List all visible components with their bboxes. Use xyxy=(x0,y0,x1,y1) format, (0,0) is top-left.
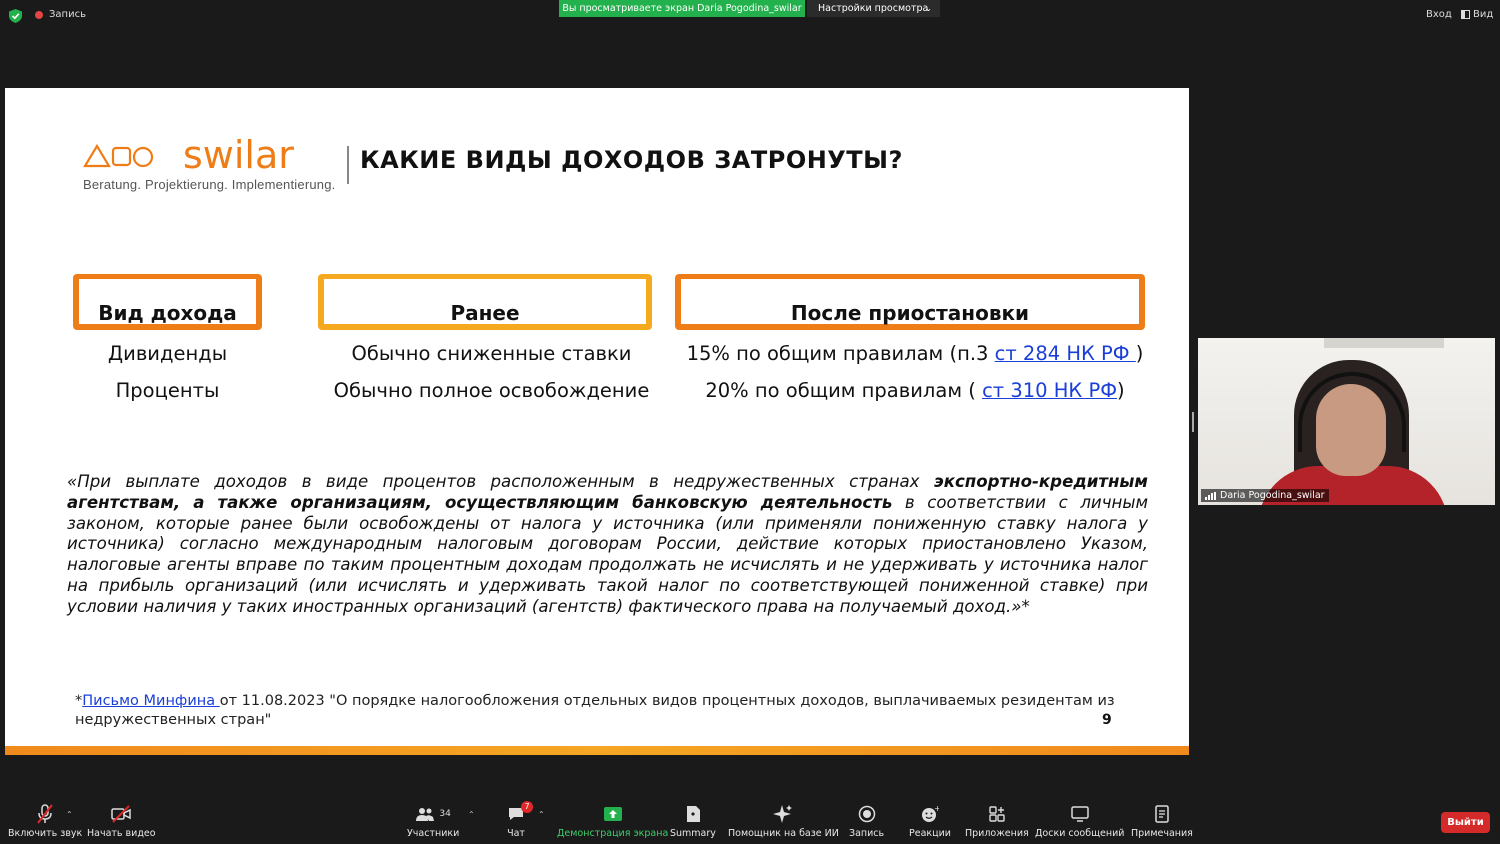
title-divider xyxy=(347,146,349,184)
participants-label: Участники xyxy=(407,828,460,839)
shield-icon[interactable] xyxy=(9,9,22,23)
quote-part1: «При выплате доходов в виде процентов ра… xyxy=(67,472,934,491)
apps-label: Приложения xyxy=(965,828,1029,839)
audio-options-caret-icon[interactable]: ⌃ xyxy=(66,810,73,819)
row-dividends-before: Обычно сниженные ставки xyxy=(351,342,632,365)
participants-icon-wrap: 34 xyxy=(407,804,459,824)
view-options-label: Настройки просмотра xyxy=(818,3,929,14)
record-dot-icon xyxy=(35,10,43,19)
row-dividends-after: 15% по общим правилам (п.3 ст 284 НК РФ … xyxy=(667,342,1163,365)
panel-resize-handle[interactable] xyxy=(1192,412,1194,432)
row-dividends-type: Дивиденды xyxy=(107,342,228,365)
participant-name: Daria Pogodina_swilar xyxy=(1220,490,1325,501)
header-label: Вид дохода xyxy=(98,301,237,325)
footnote-text: от 11.08.2023 "О порядке налогообложения… xyxy=(75,693,1115,728)
view-button-label: Вид xyxy=(1473,9,1494,20)
shared-screen-slide: swilar Beratung. Projektierung. Implemen… xyxy=(5,88,1189,755)
summary-button[interactable]: Summary xyxy=(670,804,716,839)
view-button[interactable]: Вид xyxy=(1461,9,1493,20)
slide-title: КАКИЕ ВИДЫ ДОХОДОВ ЗАТРОНУТЫ? xyxy=(360,146,903,174)
footnote: *Письмо Минфина от 11.08.2023 "О порядке… xyxy=(75,692,1115,729)
video-off-icon xyxy=(87,804,156,824)
unmute-label: Включить звук xyxy=(8,828,83,839)
record-icon xyxy=(849,804,884,824)
page-number: 9 xyxy=(1102,712,1112,728)
view-options-dropdown[interactable]: Настройки просмотра ⌄ xyxy=(807,0,940,17)
video-shelf xyxy=(1324,338,1444,348)
chat-icon: 7 xyxy=(507,801,533,824)
chat-button[interactable]: 7 Чат xyxy=(507,801,533,839)
whiteboards-label: Доски сообщений xyxy=(1035,828,1125,839)
participants-caret-icon[interactable]: ⌃ xyxy=(468,810,475,819)
swilar-logo: swilar xyxy=(83,132,323,174)
notes-button[interactable]: Примечания xyxy=(1131,804,1193,839)
apps-icon xyxy=(965,804,1029,824)
people-icon xyxy=(416,808,435,821)
after-prefix: 20% по общим правилам ( xyxy=(705,379,983,402)
whiteboards-button[interactable]: Доски сообщений xyxy=(1035,804,1124,839)
svg-text:+: + xyxy=(934,805,939,813)
logo-tagline: Beratung. Projektierung. Implementierung… xyxy=(83,177,336,192)
sparkle-icon xyxy=(728,804,839,824)
law-article-link[interactable]: ст 310 НК РФ xyxy=(982,379,1117,402)
view-layout-icon xyxy=(1461,10,1470,19)
row-interest-after: 20% по общим правилам ( ст 310 НК РФ) xyxy=(667,379,1163,402)
participant-name-label: Daria Pogodina_swilar xyxy=(1201,489,1329,502)
start-video-button[interactable]: Начать видео xyxy=(87,804,156,839)
share-screen-button[interactable]: Демонстрация экрана xyxy=(557,804,668,839)
participant-video-tile[interactable]: Daria Pogodina_swilar xyxy=(1198,338,1495,505)
viewing-screen-banner: Вы просматриваете экран Daria Pogodina_s… xyxy=(559,0,805,17)
row-interest-type: Проценты xyxy=(115,379,220,402)
chat-badge: 7 xyxy=(521,801,533,813)
chevron-down-icon: ⌄ xyxy=(925,4,932,13)
signal-bars-icon xyxy=(1205,491,1216,500)
summary-label: Summary xyxy=(670,828,716,839)
after-suffix: ) xyxy=(1135,342,1144,365)
reactions-button[interactable]: + Реакции xyxy=(909,804,951,839)
chat-label: Чат xyxy=(507,828,525,839)
law-article-link[interactable]: ст 284 НК РФ xyxy=(995,342,1136,365)
record-button[interactable]: Запись xyxy=(849,804,884,839)
notes-icon xyxy=(1131,804,1193,824)
whiteboard-icon xyxy=(1035,804,1124,824)
slide-bottom-bar xyxy=(5,746,1189,755)
after-suffix: ) xyxy=(1117,379,1125,402)
ai-companion-label: Помощник на базе ИИ xyxy=(728,828,839,839)
meeting-top-bar: Запись Вы просматриваете экран Daria Pog… xyxy=(0,0,1500,32)
header-label: Ранее xyxy=(450,301,520,325)
logo-wordmark: swilar xyxy=(183,133,294,174)
summary-icon xyxy=(670,804,716,824)
leave-button[interactable]: Выйти xyxy=(1441,812,1490,833)
minfin-letter-link[interactable]: Письмо Минфина xyxy=(82,693,219,709)
reactions-label: Реакции xyxy=(909,828,951,839)
apps-button[interactable]: Приложения xyxy=(965,804,1029,839)
header-after: После приостановки xyxy=(675,274,1145,330)
legal-quote: «При выплате доходов в виде процентов ра… xyxy=(67,472,1148,618)
recording-label: Запись xyxy=(49,9,86,20)
row-interest-before: Обычно полное освобождение xyxy=(333,379,650,402)
ai-companion-button[interactable]: Помощник на базе ИИ xyxy=(728,804,839,839)
header-income-type: Вид дохода xyxy=(73,274,262,330)
recording-indicator[interactable]: Запись xyxy=(35,9,86,20)
participants-count: 34 xyxy=(439,809,451,819)
notes-label: Примечания xyxy=(1131,828,1193,839)
share-screen-icon xyxy=(557,804,668,824)
participants-button[interactable]: 34 Участники xyxy=(407,804,459,839)
share-screen-label: Демонстрация экрана xyxy=(557,828,669,839)
header-label: После приостановки xyxy=(790,301,1030,325)
record-label: Запись xyxy=(849,828,885,839)
sign-in-button[interactable]: Вход xyxy=(1426,9,1452,20)
after-prefix: 15% по общим правилам (п.3 xyxy=(686,342,995,365)
start-video-label: Начать видео xyxy=(87,828,156,839)
header-before: Ранее xyxy=(318,274,652,330)
meeting-toolbar: Включить звук ⌃ Начать видео 34 Участник… xyxy=(0,796,1500,844)
chat-caret-icon[interactable]: ⌃ xyxy=(538,810,545,819)
emoji-icon: + xyxy=(909,804,951,824)
logo-shapes-icon: swilar xyxy=(83,133,294,174)
